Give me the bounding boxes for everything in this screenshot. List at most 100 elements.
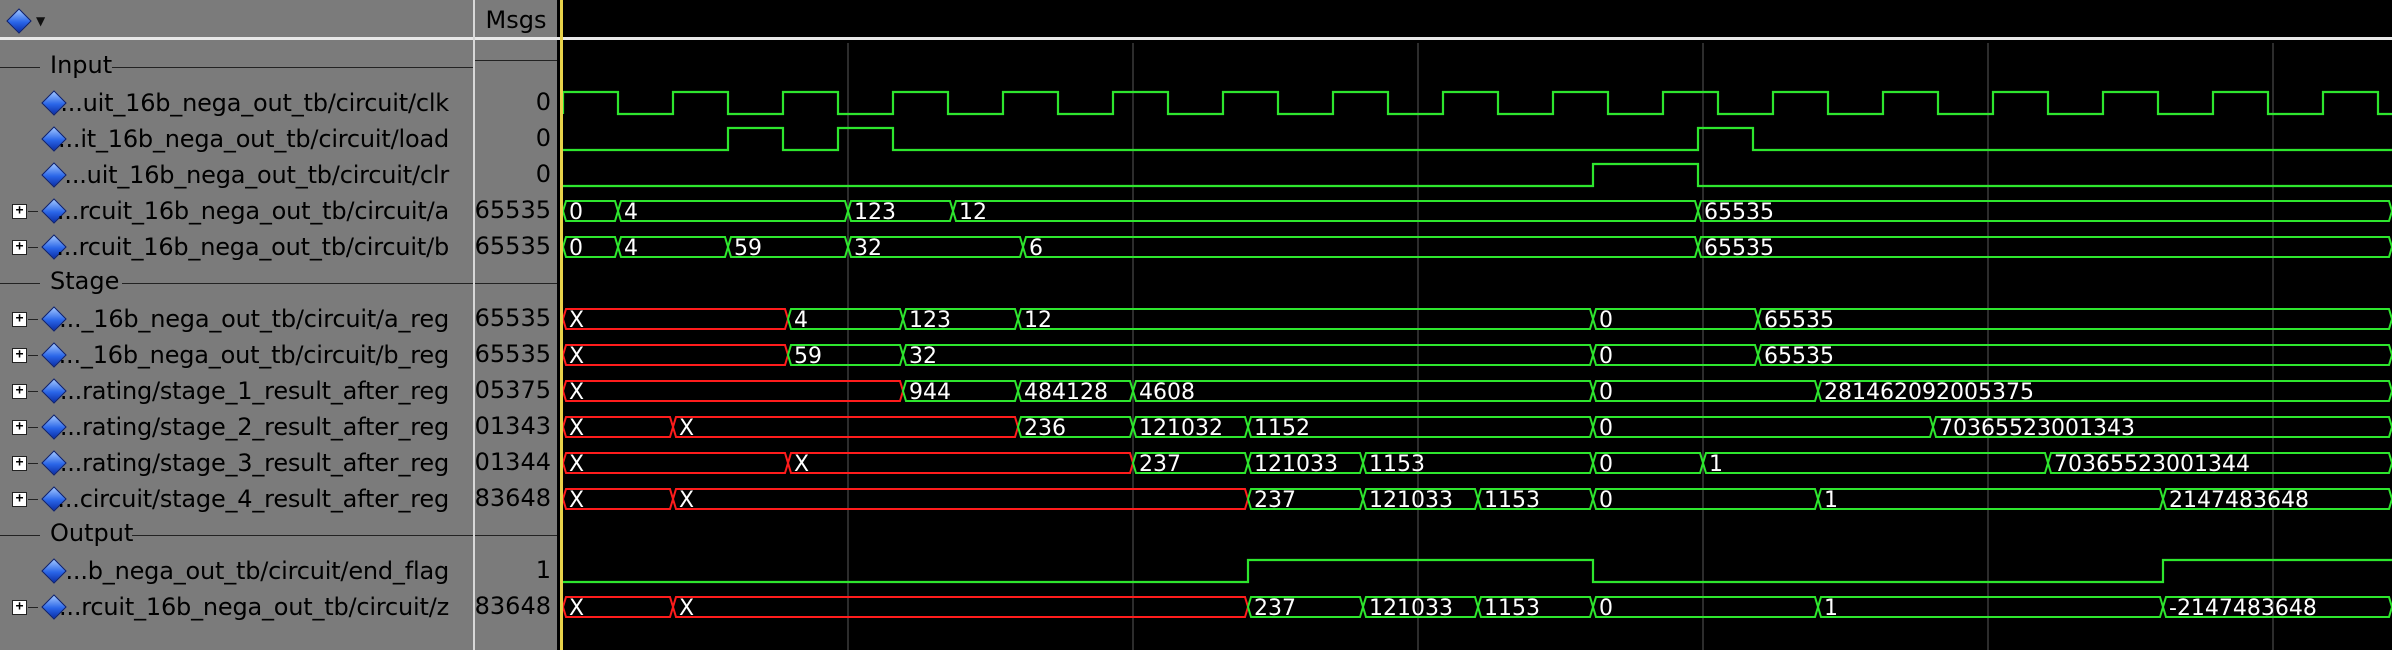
bus-value-label: 0 bbox=[569, 236, 583, 261]
expand-plus-icon[interactable]: + bbox=[12, 419, 38, 435]
wave-end_flag[interactable] bbox=[563, 558, 2392, 584]
signal-name: ...uit_16b_nega_out_tb/circuit/clk bbox=[60, 89, 449, 117]
bus-value-label: 0 bbox=[1599, 452, 1613, 477]
signal-row-stage4[interactable]: + ...circuit/stage_4_result_after_reg bbox=[0, 481, 473, 517]
bus-value-label: 12 bbox=[1024, 308, 1052, 333]
signal-icon bbox=[41, 558, 67, 584]
bus-value-label: 121033 bbox=[1369, 488, 1453, 513]
bus-value-label: 0 bbox=[1599, 344, 1613, 369]
bus-value-label: 1153 bbox=[1484, 488, 1540, 513]
bus-value-label: 0 bbox=[1599, 416, 1613, 441]
group-divider-output[interactable]: Output bbox=[0, 519, 473, 550]
signal-row-end-flag[interactable]: ...b_nega_out_tb/circuit/end_flag bbox=[0, 553, 473, 589]
expand-plus-icon[interactable]: + bbox=[12, 239, 38, 255]
group-divider-stage[interactable]: Stage bbox=[0, 267, 473, 298]
bus-value-label: 236 bbox=[1024, 416, 1066, 441]
wave-z[interactable]: X X 237 121033 1153 0 1 -2147483648 bbox=[561, 596, 2392, 621]
signal-name: ...b_nega_out_tb/circuit/end_flag bbox=[65, 557, 449, 585]
bus-segment bbox=[616, 200, 850, 222]
bus-value-label: 59 bbox=[734, 236, 762, 261]
signal-row-z[interactable]: + ...rcuit_16b_nega_out_tb/circuit/z bbox=[0, 589, 473, 625]
signal-row-clk[interactable]: ...uit_16b_nega_out_tb/circuit/clk bbox=[0, 85, 473, 121]
bus-segment bbox=[1591, 488, 1820, 510]
msgs-header[interactable]: Msgs bbox=[475, 0, 557, 40]
bus-value-label: 65535 bbox=[1704, 236, 1774, 261]
time-cursor[interactable] bbox=[560, 0, 563, 650]
waveform-canvas[interactable]: 0 4 123 12 65535 0 4 59 32 6 65535 X 4 123 12 0 65535 X 59… bbox=[557, 0, 2392, 650]
signal-value: 1 bbox=[535, 556, 551, 584]
expand-plus-icon[interactable]: + bbox=[12, 347, 38, 363]
expand-plus-icon[interactable]: + bbox=[12, 311, 38, 327]
bus-value-label: 237 bbox=[1139, 452, 1181, 477]
bus-value-label: 1152 bbox=[1254, 416, 1310, 441]
waveform-pane[interactable]: 0 4 123 12 65535 0 4 59 32 6 65535 X 4 123 12 0 65535 X 59… bbox=[557, 0, 2392, 650]
bus-value-label: X bbox=[679, 596, 694, 621]
wave-stage1[interactable]: X 944 484128 4608 0 281462092005375 bbox=[561, 380, 2392, 405]
wave-trace bbox=[563, 558, 2392, 584]
wave-load[interactable] bbox=[563, 126, 2392, 152]
bus-value-label: 32 bbox=[909, 344, 937, 369]
signal-row-load[interactable]: ...it_16b_nega_out_tb/circuit/load bbox=[0, 121, 473, 157]
bus-value-label: 65535 bbox=[1764, 344, 1834, 369]
bus-segment bbox=[1591, 308, 1760, 330]
bus-value-label: X bbox=[679, 416, 694, 441]
wave-stage3[interactable]: X X 237 121033 1153 0 1 70365523001344 bbox=[561, 452, 2392, 477]
bus-value-label: -2147483648 bbox=[2169, 596, 2317, 621]
wave-stage4[interactable]: X X 237 121033 1153 0 1 2147483648 bbox=[561, 488, 2392, 513]
wave-menu-button[interactable]: ▼ bbox=[4, 7, 54, 35]
group-label-input: Input bbox=[50, 51, 113, 79]
signal-value: 65535 bbox=[474, 340, 551, 368]
expand-plus-icon[interactable]: + bbox=[12, 599, 38, 615]
group-divider-input[interactable]: Input bbox=[0, 51, 473, 82]
signal-value: 65535 bbox=[474, 196, 551, 224]
wave-clk[interactable] bbox=[561, 90, 2392, 116]
bus-segment bbox=[671, 488, 1250, 510]
wave-clr[interactable] bbox=[563, 162, 2392, 188]
expand-plus-icon[interactable]: + bbox=[12, 455, 38, 471]
wave-b[interactable]: 0 4 59 32 6 65535 bbox=[561, 236, 2392, 261]
signal-name: ...rcuit_16b_nega_out_tb/circuit/a bbox=[56, 197, 449, 225]
bus-value-label: 121033 bbox=[1254, 452, 1338, 477]
signal-row-clr[interactable]: ...uit_16b_nega_out_tb/circuit/clr bbox=[0, 157, 473, 193]
bus-segment bbox=[561, 452, 790, 474]
expand-plus-icon[interactable]: + bbox=[12, 383, 38, 399]
bus-segment bbox=[671, 596, 1250, 618]
bus-value-label: 121032 bbox=[1139, 416, 1223, 441]
bus-segment bbox=[1591, 380, 1820, 402]
bus-value-label: 281462092005375 bbox=[1824, 380, 2034, 405]
signal-value: 0 bbox=[535, 160, 551, 188]
expand-plus-icon[interactable]: + bbox=[12, 491, 38, 507]
bus-value-label: X bbox=[679, 488, 694, 513]
bus-value-label: X bbox=[569, 488, 584, 513]
wave-cube-icon bbox=[6, 8, 32, 34]
signal-row-stage2[interactable]: + ...rating/stage_2_result_after_reg bbox=[0, 409, 473, 445]
signal-name: ...circuit/stage_4_result_after_reg bbox=[57, 485, 449, 513]
wave-a[interactable]: 0 4 123 12 65535 bbox=[561, 200, 2392, 225]
wave-b_reg[interactable]: X 59 32 0 65535 bbox=[561, 344, 2392, 369]
wave-stage2[interactable]: X X 236 121032 1152 0 70365523001343 bbox=[561, 416, 2392, 441]
bus-segment bbox=[1591, 344, 1760, 366]
signal-value: 65535 bbox=[474, 304, 551, 332]
bus-value-label: 123 bbox=[909, 308, 951, 333]
signal-value: 83648 bbox=[474, 592, 551, 620]
wave-a_reg[interactable]: X 4 123 12 0 65535 bbox=[561, 308, 2392, 333]
bus-value-label: 237 bbox=[1254, 488, 1296, 513]
bus-segment bbox=[561, 308, 790, 330]
signal-row-b-reg[interactable]: + ..._16b_nega_out_tb/circuit/b_reg bbox=[0, 337, 473, 373]
signal-row-a[interactable]: + ...rcuit_16b_nega_out_tb/circuit/a bbox=[0, 193, 473, 229]
dropdown-arrow-icon: ▼ bbox=[36, 14, 46, 28]
signal-value: 01344 bbox=[474, 448, 551, 476]
signal-icon bbox=[41, 162, 67, 188]
bus-segment bbox=[561, 380, 905, 402]
signal-row-stage3[interactable]: + ...rating/stage_3_result_after_reg bbox=[0, 445, 473, 481]
signal-row-b[interactable]: + ...rcuit_16b_nega_out_tb/circuit/b bbox=[0, 229, 473, 265]
bus-value-label: X bbox=[794, 452, 809, 477]
bus-segment bbox=[1131, 380, 1595, 402]
signal-row-a-reg[interactable]: + ..._16b_nega_out_tb/circuit/a_reg bbox=[0, 301, 473, 337]
expand-plus-icon[interactable]: + bbox=[12, 203, 38, 219]
signal-name: ...rcuit_16b_nega_out_tb/circuit/z bbox=[58, 593, 449, 621]
bus-value-label: X bbox=[569, 380, 584, 405]
bus-value-label: 1153 bbox=[1369, 452, 1425, 477]
signal-name-pane: ▼ Input ...uit_16b_nega_out_tb/circuit/c… bbox=[0, 0, 473, 650]
signal-row-stage1[interactable]: + ...rating/stage_1_result_after_reg bbox=[0, 373, 473, 409]
